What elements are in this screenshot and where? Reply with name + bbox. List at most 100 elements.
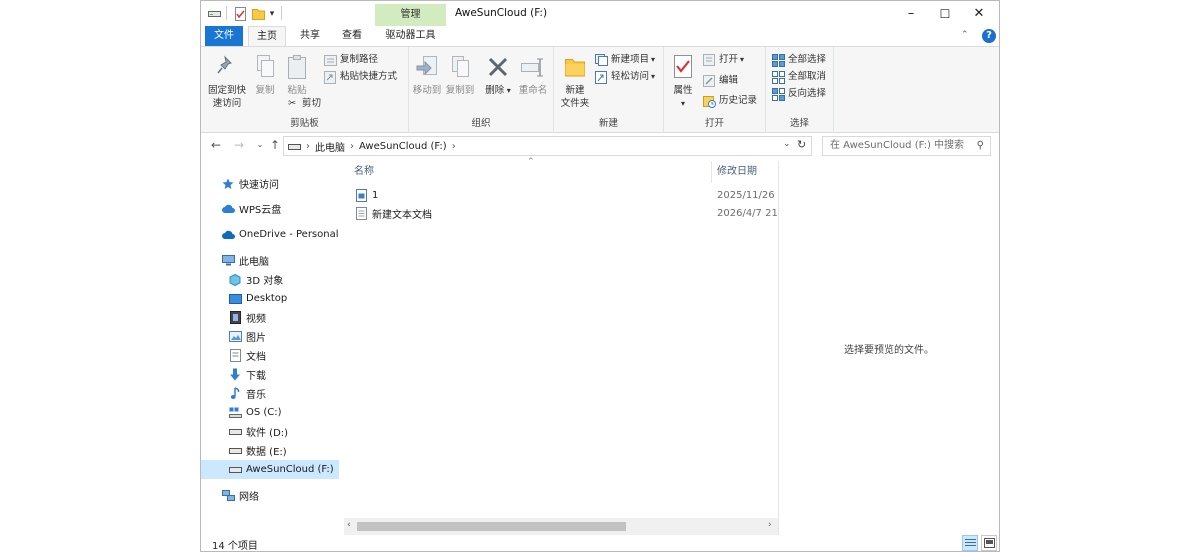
tab-drive-tools[interactable]: 驱动器工具 xyxy=(375,26,446,46)
select-all-label: 全部选择 xyxy=(788,54,827,65)
search-input[interactable]: 在 AweSunCloud (F:) 中搜索 ⚲ xyxy=(822,136,991,156)
drive-icon[interactable] xyxy=(207,6,221,21)
nav-drive-f[interactable]: AweSunCloud (F:) xyxy=(201,460,339,479)
new-folder-label-1: 新建 xyxy=(565,85,585,96)
nav-wps-cloud[interactable]: WPS云盘 xyxy=(221,199,281,218)
search-icon[interactable]: ⚲ xyxy=(977,137,984,155)
minimize-button[interactable]: – xyxy=(894,1,928,26)
properties-button[interactable]: 属性 ▾ xyxy=(668,53,698,110)
select-all-icon xyxy=(771,53,785,67)
breadcrumb-this-pc[interactable]: 此电脑 xyxy=(315,139,345,154)
column-header-modified[interactable]: 修改日期 xyxy=(717,161,777,183)
edit-button[interactable]: 编辑 xyxy=(702,73,738,89)
rename-button[interactable]: 重命名 xyxy=(515,53,551,97)
paste-shortcut-button[interactable]: 粘贴快捷方式 xyxy=(323,69,397,85)
horizontal-scrollbar[interactable]: ‹ › xyxy=(344,518,778,535)
nav-desktop[interactable]: Desktop xyxy=(228,289,287,308)
select-none-label: 全部取消 xyxy=(788,71,827,82)
column-header-name[interactable]: 名称 xyxy=(354,161,709,183)
nav-documents[interactable]: 文档 xyxy=(228,346,266,365)
tab-file[interactable]: 文件 xyxy=(205,26,243,46)
scroll-right-icon[interactable]: › xyxy=(768,520,772,530)
address-bar[interactable]: › 此电脑 › AweSunCloud (F:) › ⌄ ↻ xyxy=(283,136,812,156)
open-button[interactable]: 打开 ▾ xyxy=(702,52,744,68)
tab-home[interactable]: 主页 xyxy=(248,26,286,47)
refresh-icon[interactable]: ↻ xyxy=(797,138,806,151)
scroll-thumb[interactable] xyxy=(357,522,626,531)
shortcut-file-icon xyxy=(354,188,368,202)
picture-icon xyxy=(228,330,242,344)
large-icons-view-button[interactable] xyxy=(981,535,997,551)
nav-3d-objects-label: 3D 对象 xyxy=(246,276,284,287)
cloud-icon xyxy=(221,202,235,216)
file-name: 新建文本文档 xyxy=(372,209,432,221)
nav-3d-objects[interactable]: 3D 对象 xyxy=(228,270,283,289)
large-icons-view-icon xyxy=(983,538,995,548)
address-dropdown-icon[interactable]: ⌄ xyxy=(783,139,791,149)
nav-pictures-label: 图片 xyxy=(246,333,266,344)
select-all-button[interactable]: 全部选择 xyxy=(771,52,826,68)
explorer-window: ▾ 管理 AweSunCloud (F:) – ☐ ✕ 文件 主页 共享 查看 … xyxy=(200,0,1000,552)
manage-context-header: 管理 xyxy=(375,4,446,26)
file-row[interactable]: 1 2025/11/26 1 xyxy=(354,186,778,204)
nav-videos[interactable]: 视频 xyxy=(228,308,266,327)
delete-x-icon xyxy=(484,53,512,81)
customize-toolbar-icon[interactable]: ▾ xyxy=(267,6,277,21)
nav-quick-access[interactable]: 快速访问 xyxy=(221,174,279,193)
new-item-button[interactable]: 新建项目 ▾ xyxy=(594,52,655,68)
film-icon xyxy=(228,311,242,325)
copy-to-icon xyxy=(446,53,474,81)
cut-button[interactable]: ✂ 剪切 xyxy=(285,96,321,112)
copy-button[interactable]: 复制 xyxy=(251,53,279,97)
breadcrumb-sep-icon: › xyxy=(451,140,456,152)
copy-path-button[interactable]: 复制路径 xyxy=(323,52,378,68)
delete-button[interactable]: 删除 ▾ xyxy=(483,53,513,97)
collapse-ribbon-icon[interactable]: ⌃ xyxy=(961,30,969,40)
new-folder-icon[interactable] xyxy=(251,6,266,21)
tab-view[interactable]: 查看 xyxy=(333,26,371,46)
column-divider[interactable] xyxy=(711,161,712,183)
maximize-button[interactable]: ☐ xyxy=(928,1,962,26)
pin-label-1: 固定到快 xyxy=(207,85,246,96)
open-icon xyxy=(702,53,716,67)
nav-drive-e[interactable]: 数据 (E:) xyxy=(228,441,287,460)
forward-arrow-icon[interactable]: → xyxy=(231,137,247,153)
nav-onedrive[interactable]: OneDrive - Personal xyxy=(221,225,339,244)
scroll-left-icon[interactable]: ‹ xyxy=(347,520,351,530)
paste-button[interactable]: 粘贴 xyxy=(282,53,312,97)
nav-network[interactable]: 网络 xyxy=(221,486,259,505)
select-none-button[interactable]: 全部取消 xyxy=(771,69,826,85)
nav-downloads[interactable]: 下载 xyxy=(228,365,266,384)
preview-pane: 选择要预览的文件。 xyxy=(778,161,999,535)
properties-icon[interactable] xyxy=(233,6,248,21)
copy-to-button[interactable]: 复制到 xyxy=(443,53,477,97)
nav-pictures[interactable]: 图片 xyxy=(228,327,266,346)
easy-access-label: 轻松访问 xyxy=(611,71,650,82)
up-arrow-icon[interactable]: ↑ xyxy=(267,137,283,153)
nav-drive-c[interactable]: OS (C:) xyxy=(228,403,282,422)
tab-share[interactable]: 共享 xyxy=(291,26,329,46)
computer-icon xyxy=(221,254,235,268)
close-button[interactable]: ✕ xyxy=(962,1,996,26)
details-view-button[interactable] xyxy=(962,535,978,551)
move-to-button[interactable]: 移动到 xyxy=(410,53,444,97)
nav-drive-d[interactable]: 软件 (D:) xyxy=(228,422,288,441)
new-folder-button[interactable]: 新建 文件夹 xyxy=(557,53,593,110)
pin-quick-access-button[interactable]: 固定到快 速访问 xyxy=(205,53,249,110)
desktop-icon xyxy=(228,292,242,306)
paste-shortcut-label: 粘贴快捷方式 xyxy=(340,71,398,82)
nav-this-pc[interactable]: 此电脑 xyxy=(221,251,269,270)
easy-access-button[interactable]: 轻松访问 ▾ xyxy=(594,69,655,85)
back-arrow-icon[interactable]: ← xyxy=(208,137,224,153)
recent-locations-icon[interactable]: ⌄ xyxy=(252,137,268,153)
nav-drive-f-label: AweSunCloud (F:) xyxy=(246,464,334,475)
history-button[interactable]: 历史记录 xyxy=(702,93,757,109)
breadcrumb-drive-f[interactable]: AweSunCloud (F:) xyxy=(359,141,447,152)
nav-music[interactable]: 音乐 xyxy=(228,384,266,403)
invert-selection-button[interactable]: 反向选择 xyxy=(771,86,826,102)
clipboard-group: 固定到快 速访问 复制 粘贴 复制路径 粘贴快捷方式 ✂ 剪切 剪贴板 xyxy=(201,47,409,133)
file-row[interactable]: 新建文本文档 2026/4/7 21: xyxy=(354,204,778,222)
copy-label: 复制 xyxy=(255,85,275,96)
paste-icon xyxy=(283,53,311,81)
help-icon[interactable]: ? xyxy=(982,29,996,43)
